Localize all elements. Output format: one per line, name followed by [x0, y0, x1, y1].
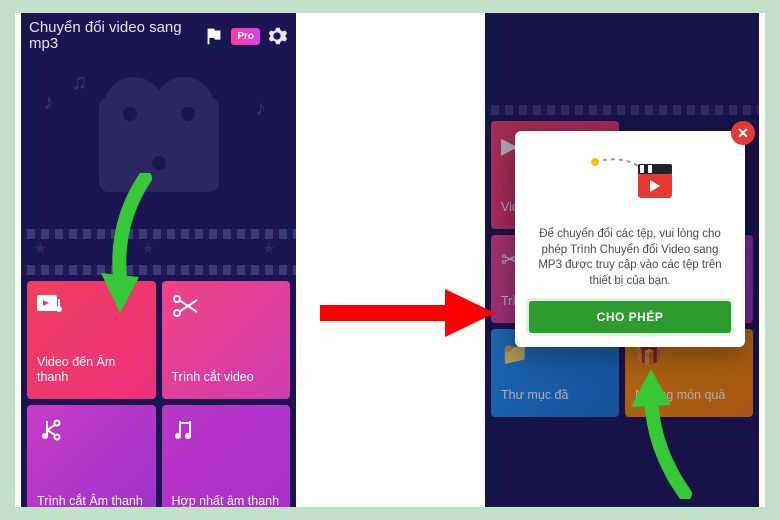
tile-audio-cutter[interactable]: Trình cắt Âm thanh	[27, 405, 156, 507]
audio-cut-icon	[37, 417, 146, 449]
flag-icon[interactable]	[203, 25, 225, 47]
left-phone-screen: Chuyển đổi video sang mp3 Pro ♪ ♫ ♪	[21, 13, 296, 507]
gear-icon[interactable]	[266, 25, 288, 47]
star-strip-decor: ★ ★ ★	[21, 239, 296, 265]
annotation-arrow-red	[315, 283, 495, 343]
permission-dialog: ✕ Để chuyển đổi các tệp, vui lòng cho ph…	[515, 131, 745, 347]
tile-label: Video đến Âm thanh	[37, 355, 146, 385]
dialog-illustration	[529, 147, 731, 219]
tile-video-to-audio[interactable]: Video đến Âm thanh	[27, 281, 156, 399]
tile-video-cutter[interactable]: Trình cắt video	[162, 281, 291, 399]
hero-illustration: ♪ ♫ ♪	[21, 59, 296, 229]
tile-label: Trình cắt video	[172, 370, 281, 385]
audio-merge-icon	[172, 417, 281, 449]
film-strip-decor	[21, 229, 296, 239]
tile-label: Trình cắt Âm thanh	[37, 494, 146, 507]
film-reel-icon	[99, 97, 219, 192]
tile-audio-merge[interactable]: Hợp nhất âm thanh	[162, 405, 291, 507]
allow-button[interactable]: CHO PHÉP	[529, 301, 731, 333]
film-strip-decor	[21, 265, 296, 275]
app-title: Chuyển đổi video sang mp3	[29, 20, 197, 53]
dialog-message: Để chuyển đổi các tệp, vui lòng cho phép…	[529, 227, 731, 289]
tile-label: Hợp nhất âm thanh	[172, 494, 281, 507]
right-phone-screen: ▶ Vide ✂ Trình cắt video ♫ Hợp nhất âm t…	[485, 13, 759, 507]
close-button[interactable]: ✕	[731, 121, 755, 145]
video-audio-icon	[37, 293, 146, 325]
pro-badge[interactable]: Pro	[231, 28, 260, 45]
app-header: Chuyển đổi video sang mp3 Pro	[21, 13, 296, 59]
scissors-icon	[172, 293, 281, 325]
